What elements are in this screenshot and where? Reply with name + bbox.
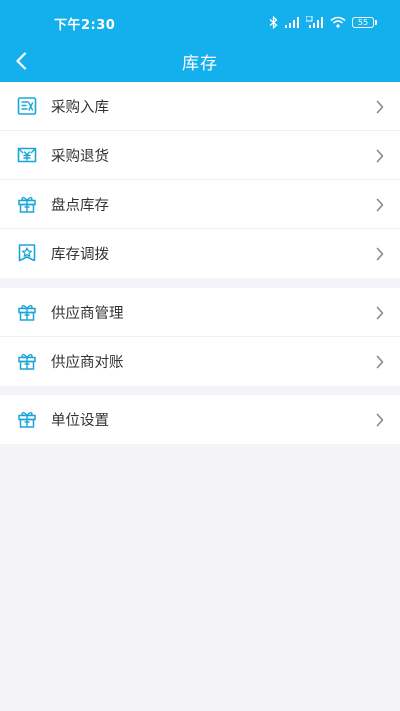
menu-item-stocktake[interactable]: 盘点库存 bbox=[0, 180, 400, 229]
gift-box-icon bbox=[17, 302, 37, 322]
menu-item-label: 供应商管理 bbox=[51, 306, 124, 322]
menu-group-2: 供应商管理 供应商对账 bbox=[0, 288, 400, 386]
status-icons: 55 bbox=[269, 14, 377, 30]
page-title: 库存 bbox=[182, 54, 218, 74]
star-tag-icon bbox=[17, 243, 37, 263]
gift-box-icon bbox=[17, 194, 37, 214]
chevron-right-icon bbox=[376, 305, 384, 324]
gift-box-icon bbox=[17, 351, 37, 371]
nav-bar: 库存 bbox=[0, 40, 400, 82]
menu-item-purchase-return[interactable]: 采购退货 bbox=[0, 131, 400, 180]
purchase-in-icon bbox=[17, 96, 37, 116]
menu-item-supplier-management[interactable]: 供应商管理 bbox=[0, 288, 400, 337]
purchase-return-icon bbox=[17, 145, 37, 165]
status-time: 下午2:30 bbox=[54, 18, 116, 33]
menu-item-label: 单位设置 bbox=[51, 413, 109, 429]
menu-item-label: 采购退货 bbox=[51, 149, 109, 165]
wifi-icon bbox=[330, 16, 346, 28]
menu-item-label: 盘点库存 bbox=[51, 198, 109, 214]
menu-item-unit-settings[interactable]: 单位设置 bbox=[0, 395, 400, 444]
chevron-right-icon bbox=[376, 354, 384, 373]
battery-icon: 55 bbox=[352, 16, 377, 28]
menu-item-purchase-in[interactable]: 采购入库 bbox=[0, 82, 400, 131]
chevron-right-icon bbox=[376, 99, 384, 118]
signal-hd-icon bbox=[306, 16, 324, 28]
status-bar: 下午2:30 55 bbox=[0, 0, 400, 40]
menu-group-1: 采购入库 采购退货 盘点库存 库存调拨 bbox=[0, 82, 400, 278]
menu-group-3: 单位设置 bbox=[0, 395, 400, 444]
signal-icon bbox=[284, 16, 300, 28]
gift-box-icon bbox=[17, 409, 37, 429]
menu-item-label: 采购入库 bbox=[51, 100, 109, 116]
chevron-right-icon bbox=[376, 412, 384, 431]
chevron-right-icon bbox=[376, 148, 384, 167]
bluetooth-icon bbox=[269, 15, 278, 29]
chevron-right-icon bbox=[376, 197, 384, 216]
menu-item-label: 供应商对账 bbox=[51, 355, 124, 371]
menu-item-supplier-reconciliation[interactable]: 供应商对账 bbox=[0, 337, 400, 386]
menu-item-label: 库存调拨 bbox=[51, 247, 109, 263]
chevron-right-icon bbox=[376, 246, 384, 265]
menu-item-stock-transfer[interactable]: 库存调拨 bbox=[0, 229, 400, 278]
header: 下午2:30 55 库存 bbox=[0, 0, 400, 82]
